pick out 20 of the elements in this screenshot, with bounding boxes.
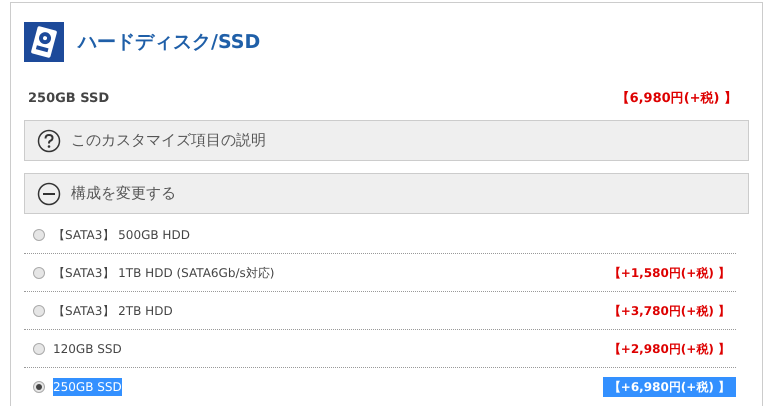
radio-button[interactable] [33,304,45,316]
section-title: ハードディスク/SSD [78,30,260,55]
radio-button[interactable] [33,342,45,354]
current-selection: 250GB SSD [28,90,110,108]
radio-button[interactable] [33,381,45,393]
collapse-icon [37,182,61,206]
help-panel[interactable]: このカスタマイズ項目の説明 [24,120,749,161]
radio-button[interactable] [33,228,45,240]
option-label[interactable]: 【SATA3】 1TB HDD (SATA6Gb/s対応) [53,264,274,282]
option-label[interactable]: 【SATA3】 2TB HDD [53,302,173,320]
option-price: 【+1,580円(+税) 】 [608,264,731,282]
help-icon [37,128,61,152]
change-config-panel[interactable]: 構成を変更する [24,173,749,214]
radio-button[interactable] [33,266,45,278]
option-label[interactable]: 120GB SSD [53,340,122,358]
current-price: 【6,980円(+税) 】 [616,90,737,108]
option-price: 【+2,980円(+税) 】 [608,340,731,358]
option-price: 【+3,780円(+税) 】 [608,302,731,320]
option-price: 【+6,980円(+税) 】 [602,377,736,397]
option-label[interactable]: 【SATA3】 500GB HDD [53,226,190,244]
